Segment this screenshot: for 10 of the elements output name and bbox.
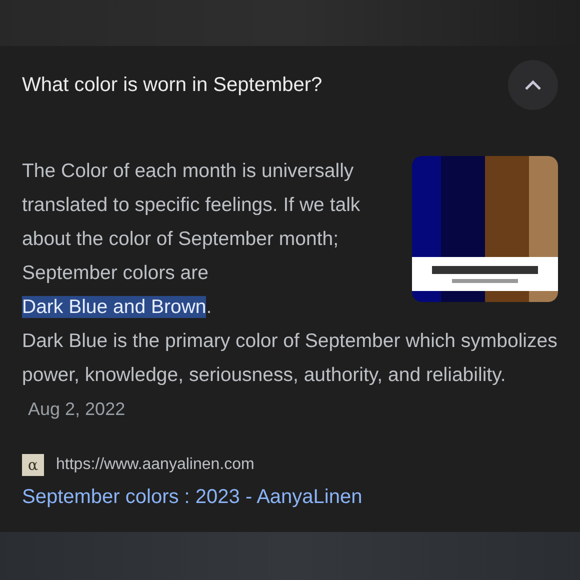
site-logo-icon: α <box>22 454 44 476</box>
collapse-button[interactable] <box>508 60 558 110</box>
source-url: https://www.aanyalinen.com <box>56 456 254 474</box>
chevron-icon <box>524 79 542 91</box>
answer-date: Aug 2, 2022 <box>28 399 126 419</box>
answer-text: The Color of each month is universally translated to specific feelings. If we talk about the color of September month; September colors are Dark Blue and Brown. <box>22 159 362 320</box>
answer-text: Dark Blue is the primary color of September which symbolizes power, knowledge, seriousness, authority, and reliability. Aug 2, 2022 <box>22 329 558 421</box>
question-title[interactable]: What color is worn in September? <box>22 74 322 96</box>
highlighted-text: Dark Blue and Brown <box>22 296 206 318</box>
source-link[interactable]: September colors : 2023 - AanyaLinen <box>22 486 558 509</box>
